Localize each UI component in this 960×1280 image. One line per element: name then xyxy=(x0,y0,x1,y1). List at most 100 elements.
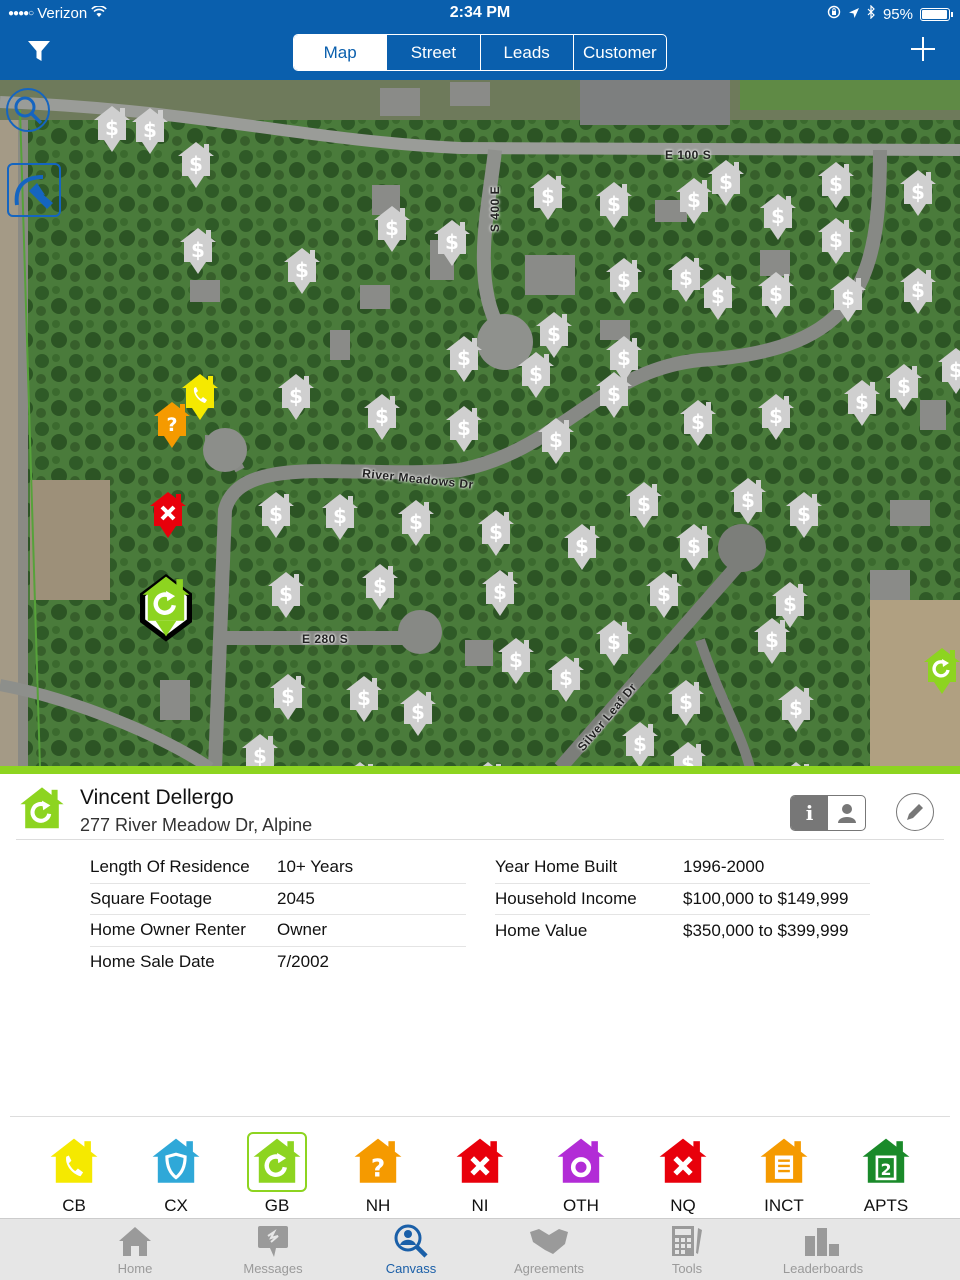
lead-pin[interactable]: $ xyxy=(604,256,644,308)
lead-pin[interactable]: $ xyxy=(444,334,484,386)
status-pin-gb[interactable] xyxy=(140,574,192,642)
lead-pin[interactable]: $ xyxy=(816,160,856,212)
lead-pin[interactable]: $ xyxy=(360,562,400,614)
lead-pin[interactable]: $ xyxy=(396,498,436,550)
calculator-icon xyxy=(672,1226,702,1256)
detail-view-toggle: i xyxy=(790,795,866,831)
segment-street[interactable]: Street xyxy=(386,35,479,70)
lead-pin[interactable]: $ xyxy=(784,490,824,542)
lead-pin[interactable]: $ xyxy=(668,740,708,768)
lead-pin[interactable]: $ xyxy=(698,272,738,324)
lead-pin[interactable]: $ xyxy=(320,492,360,544)
lead-pin[interactable]: $ xyxy=(594,180,634,232)
lead-pin[interactable]: $ xyxy=(130,106,170,158)
tab-messages[interactable]: Messages xyxy=(218,1223,328,1276)
status-option-cb[interactable]: CB xyxy=(44,1132,104,1216)
svg-text:$: $ xyxy=(279,582,293,606)
lead-pin[interactable]: $ xyxy=(496,636,536,688)
status-option-nh[interactable]: ? NH xyxy=(348,1132,408,1216)
draw-select-button[interactable] xyxy=(7,163,61,217)
house-dollar-icon: $ xyxy=(778,686,814,732)
lead-pin[interactable]: $ xyxy=(444,404,484,456)
satellite-map[interactable]: E 100 S S 400 E River Meadows Dr E 280 S… xyxy=(0,80,960,768)
status-option-oth[interactable]: OTH xyxy=(551,1132,611,1216)
lead-pin[interactable]: $ xyxy=(362,392,402,444)
lead-pin[interactable]: $ xyxy=(678,398,718,450)
lead-pin[interactable]: $ xyxy=(476,508,516,560)
add-button[interactable] xyxy=(910,36,936,66)
lead-pin[interactable]: $ xyxy=(758,192,798,244)
svg-text:$: $ xyxy=(333,504,347,528)
lead-pin[interactable]: $ xyxy=(178,226,218,278)
lead-pin[interactable]: $ xyxy=(562,522,602,574)
lead-pin[interactable]: $ xyxy=(432,218,472,270)
lead-pin[interactable]: $ xyxy=(644,570,684,622)
status-pin-ni[interactable] xyxy=(148,490,188,542)
lead-pin[interactable]: $ xyxy=(898,168,938,220)
svg-text:$: $ xyxy=(375,404,389,428)
segment-map[interactable]: Map xyxy=(294,35,387,70)
lead-pin[interactable]: $ xyxy=(624,480,664,532)
status-option-apts[interactable]: 2 APTS xyxy=(856,1132,916,1216)
lead-pin[interactable]: $ xyxy=(372,204,412,256)
lead-pin[interactable]: $ xyxy=(842,378,882,430)
lead-pin[interactable]: $ xyxy=(536,416,576,468)
house-x-icon xyxy=(456,1138,504,1183)
segment-customer[interactable]: Customer xyxy=(572,35,666,70)
lead-pin[interactable]: $ xyxy=(816,216,856,268)
lead-pin[interactable]: $ xyxy=(752,616,792,668)
lead-pin[interactable]: $ xyxy=(268,672,308,724)
lead-pin[interactable]: $ xyxy=(706,158,746,210)
lead-pin[interactable]: $ xyxy=(240,732,280,768)
lead-pin[interactable]: $ xyxy=(516,350,556,402)
lead-pin[interactable]: $ xyxy=(398,688,438,740)
lead-pin[interactable]: $ xyxy=(256,490,296,542)
lead-pin[interactable]: $ xyxy=(92,104,132,156)
edit-button[interactable] xyxy=(896,793,934,831)
lead-pin[interactable]: $ xyxy=(594,618,634,670)
map-search-button[interactable] xyxy=(6,88,50,132)
status-label: APTS xyxy=(863,1196,909,1215)
lead-pin[interactable]: $ xyxy=(282,246,322,298)
lead-pin[interactable]: $ xyxy=(756,270,796,322)
lead-pin[interactable]: $ xyxy=(828,274,868,326)
lead-pin[interactable]: $ xyxy=(936,346,960,398)
segment-leads[interactable]: Leads xyxy=(479,35,573,70)
lead-pin[interactable]: $ xyxy=(884,362,924,414)
lead-pin[interactable]: $ xyxy=(176,140,216,192)
lead-pin[interactable]: $ xyxy=(266,570,306,622)
lead-pin[interactable]: $ xyxy=(546,654,586,706)
lead-pin[interactable]: $ xyxy=(594,370,634,422)
lead-pin[interactable]: $ xyxy=(620,720,660,768)
status-pin-gb[interactable] xyxy=(922,646,960,698)
status-option-gb[interactable]: GB xyxy=(247,1132,307,1216)
person-view-button[interactable] xyxy=(828,796,865,830)
lead-pin[interactable]: $ xyxy=(528,172,568,224)
tab-leaderboards[interactable]: Leaderboards xyxy=(768,1223,878,1276)
lead-pin[interactable]: $ xyxy=(728,476,768,528)
tab-agreements[interactable]: Agreements xyxy=(494,1223,604,1276)
status-option-cx[interactable]: CX xyxy=(146,1132,206,1216)
property-details-right: Year Home Built 1996-2000 Household Income… xyxy=(495,852,870,947)
lead-pin[interactable]: $ xyxy=(898,266,938,318)
lead-pin[interactable]: $ xyxy=(674,522,714,574)
info-view-button[interactable]: i xyxy=(791,796,828,830)
tab-label: Tools xyxy=(671,1261,703,1276)
lead-pin[interactable]: $ xyxy=(756,392,796,444)
lead-pin[interactable]: $ xyxy=(480,568,520,620)
status-option-ni[interactable]: NI xyxy=(450,1132,510,1216)
lead-pin[interactable]: $ xyxy=(276,372,316,424)
filter-button[interactable] xyxy=(26,38,52,64)
status-pin-nh[interactable]: ? xyxy=(152,400,192,452)
tab-home[interactable]: Home xyxy=(80,1223,190,1276)
status-option-inct[interactable]: INCT xyxy=(754,1132,814,1216)
status-option-nq[interactable]: NQ xyxy=(653,1132,713,1216)
lead-pin[interactable]: $ xyxy=(776,684,816,736)
tab-tools[interactable]: Tools xyxy=(632,1223,742,1276)
lead-pin[interactable]: $ xyxy=(666,678,706,730)
tab-canvass[interactable]: Canvass xyxy=(356,1223,466,1276)
svg-text:$: $ xyxy=(253,744,267,768)
lead-pin[interactable]: $ xyxy=(344,674,384,726)
house-dollar-icon: $ xyxy=(938,348,960,394)
house-dollar-icon: $ xyxy=(818,162,854,208)
